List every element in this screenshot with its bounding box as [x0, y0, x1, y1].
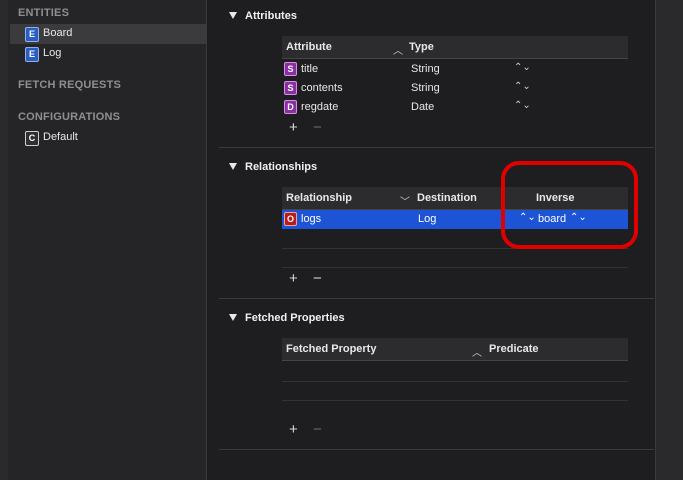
column-header-attribute[interactable]: Attribute [286, 41, 332, 53]
remove-fetched-property-button[interactable]: − [313, 421, 322, 438]
section-divider [219, 449, 654, 450]
relationship-name[interactable]: logs [301, 213, 321, 225]
row-divider [282, 400, 628, 401]
attributes-section-title: Attributes [245, 10, 297, 22]
to-many-relationship-icon: O [284, 212, 297, 226]
disclosure-triangle-icon[interactable] [229, 163, 237, 170]
left-edge-strip [0, 0, 8, 480]
column-header-destination[interactable]: Destination [417, 192, 477, 204]
sidebar-item-log[interactable]: E Log [10, 44, 206, 64]
column-header-type[interactable]: Type [409, 41, 434, 53]
attribute-name[interactable]: title [301, 63, 318, 75]
table-row[interactable]: S title String ⌃⌄ [282, 60, 628, 79]
sidebar-item-label: Default [43, 131, 78, 143]
table-row[interactable]: D regdate Date ⌃⌄ [282, 98, 628, 117]
disclosure-triangle-icon[interactable] [229, 12, 237, 19]
relationships-section-title: Relationships [245, 161, 318, 173]
configuration-icon: C [25, 131, 39, 146]
fetched-properties-table-header: Fetched Property ︿ Predicate [282, 338, 628, 361]
inspector-edge [655, 0, 683, 480]
fetch-requests-header: FETCH REQUESTS [18, 79, 122, 91]
add-attribute-button[interactable]: + [289, 119, 298, 136]
configurations-header: CONFIGURATIONS [18, 111, 121, 123]
type-popup-stepper-icon[interactable]: ⌃⌄ [514, 62, 531, 73]
column-header-relationship[interactable]: Relationship [286, 192, 352, 204]
add-fetched-property-button[interactable]: + [289, 421, 298, 438]
type-popup-stepper-icon[interactable]: ⌃⌄ [514, 100, 531, 111]
sidebar-item-default[interactable]: C Default [10, 128, 206, 148]
red-highlight-annotation [501, 161, 638, 249]
sort-ascending-icon[interactable]: ︿ [393, 42, 403, 57]
attribute-type[interactable]: String [411, 63, 440, 75]
fetched-properties-section-title: Fetched Properties [245, 312, 345, 324]
entity-icon: E [25, 47, 39, 62]
attributes-table-header: Attribute ︿ Type [282, 36, 628, 59]
attribute-type[interactable]: String [411, 82, 440, 94]
attribute-name[interactable]: regdate [301, 101, 338, 113]
entity-sidebar: ENTITIES E Board E Log FETCH REQUESTS CO… [8, 0, 207, 480]
sidebar-item-board[interactable]: E Board [10, 24, 206, 44]
date-type-icon: D [284, 100, 297, 114]
row-divider [282, 381, 628, 382]
sort-descending-icon[interactable]: ﹀ [400, 193, 410, 208]
row-divider [282, 267, 628, 268]
sort-ascending-icon[interactable]: ︿ [472, 344, 482, 359]
entity-icon: E [25, 27, 39, 42]
string-type-icon: S [284, 81, 297, 95]
column-header-predicate[interactable]: Predicate [489, 343, 539, 355]
section-divider [219, 298, 654, 299]
type-popup-stepper-icon[interactable]: ⌃⌄ [514, 81, 531, 92]
attribute-type[interactable]: Date [411, 101, 434, 113]
table-row[interactable]: S contents String ⌃⌄ [282, 79, 628, 98]
disclosure-triangle-icon[interactable] [229, 314, 237, 321]
column-header-fetched-property[interactable]: Fetched Property [286, 343, 376, 355]
section-divider [219, 147, 654, 148]
string-type-icon: S [284, 62, 297, 76]
remove-attribute-button[interactable]: − [313, 119, 322, 136]
attribute-name[interactable]: contents [301, 82, 343, 94]
relationship-destination[interactable]: Log [418, 213, 436, 225]
sidebar-item-label: Board [43, 27, 73, 39]
remove-relationship-button[interactable]: − [313, 270, 322, 287]
entities-header: ENTITIES [18, 7, 70, 19]
sidebar-item-label: Log [43, 47, 62, 59]
add-relationship-button[interactable]: + [289, 270, 298, 287]
